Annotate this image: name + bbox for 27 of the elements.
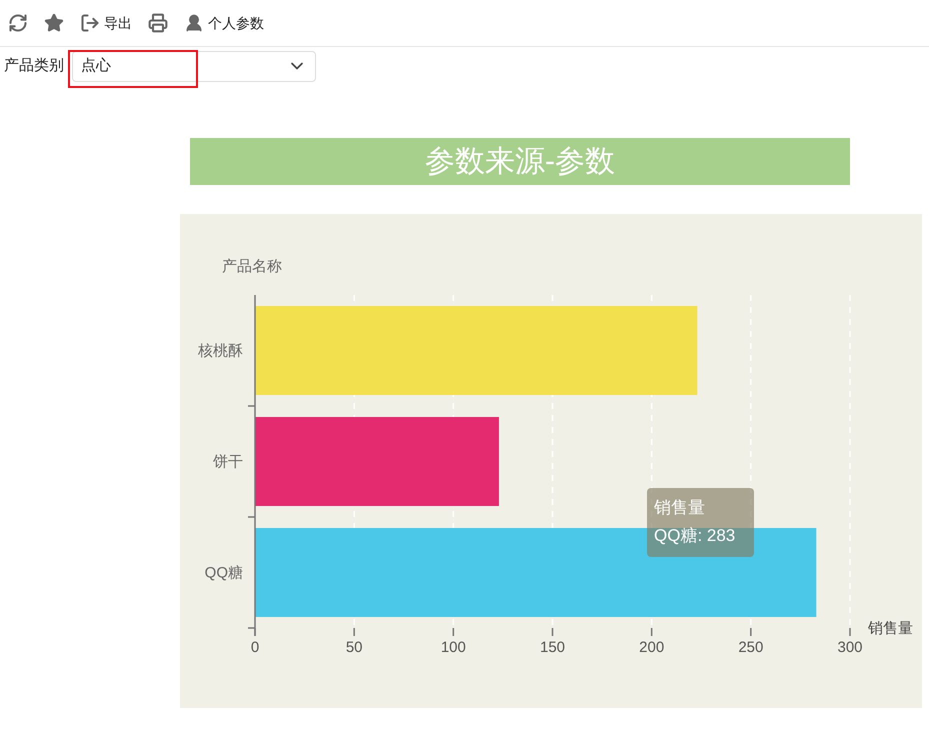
axis-title: 产品名称 bbox=[222, 258, 282, 275]
export-button[interactable]: 导出 bbox=[80, 13, 132, 33]
report-title: 参数来源-参数 bbox=[190, 138, 850, 185]
user-icon bbox=[184, 13, 204, 33]
refresh-icon bbox=[8, 13, 28, 33]
refresh-button[interactable] bbox=[8, 13, 28, 33]
export-icon bbox=[80, 13, 100, 33]
star-icon bbox=[44, 13, 64, 33]
tick-label: 200 bbox=[639, 639, 664, 656]
tick-label: 100 bbox=[440, 639, 466, 656]
category-select[interactable]: 点心 bbox=[72, 50, 316, 82]
printer-icon bbox=[148, 13, 168, 33]
category-label: 饼干 bbox=[213, 454, 243, 470]
tooltip-text: QQ糖: 283 bbox=[654, 525, 736, 547]
tooltip-title: 销售量 bbox=[654, 497, 706, 519]
tick-label: 50 bbox=[346, 639, 362, 656]
tick-label: 0 bbox=[250, 639, 260, 656]
category-label: 核桃酥 bbox=[198, 342, 243, 360]
print-button[interactable] bbox=[148, 13, 168, 33]
tick-label: 250 bbox=[738, 639, 764, 656]
category-label: QQ糖 bbox=[204, 564, 243, 582]
favorite-button[interactable] bbox=[44, 13, 64, 33]
axis-title: 销售量 bbox=[868, 620, 913, 637]
user-button[interactable]: 个人参数 bbox=[184, 13, 264, 33]
tick-label: 300 bbox=[837, 639, 863, 656]
filter-label: 产品类别 bbox=[4, 56, 64, 76]
tick-label: 150 bbox=[540, 639, 566, 656]
